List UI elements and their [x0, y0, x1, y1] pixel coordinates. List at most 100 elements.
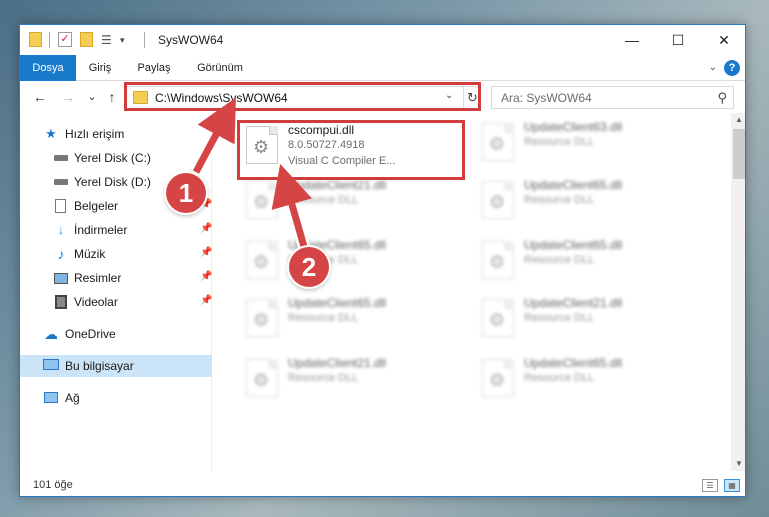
properties-icon[interactable]: ✓	[58, 32, 72, 47]
file-name: UpdateClient21.dll	[288, 178, 387, 192]
download-icon: ↓	[58, 223, 64, 237]
file-name: UpdateClient63.dll	[524, 120, 623, 134]
pin-icon[interactable]: 📌	[200, 223, 212, 234]
file-name: UpdateClient21.dll	[524, 296, 623, 310]
folder-icon	[29, 32, 42, 47]
step-1-marker: 1	[166, 173, 206, 213]
file-name: UpdateClient65.dll	[524, 356, 623, 370]
up-button[interactable]: ↑	[102, 87, 122, 107]
item-count: 101 öğe	[33, 479, 73, 491]
details-view-icon[interactable]: ☰	[702, 479, 718, 492]
network-icon	[43, 390, 59, 406]
drive-icon	[53, 150, 69, 166]
file-item[interactable]: ⚙ UpdateClient21.dll Resource DLL	[240, 349, 460, 407]
chevron-down-icon[interactable]: ▾	[120, 32, 130, 48]
expand-ribbon-icon[interactable]: ⌄	[709, 62, 717, 73]
navigation-pane: ★ Hızlı erişim Yerel Disk (C:) Yerel Dis…	[20, 113, 212, 471]
forward-button[interactable]: →	[58, 87, 78, 107]
sidebar-item-pictures[interactable]: Resimler 📌	[20, 267, 212, 289]
dll-file-icon: ⚙	[482, 299, 514, 337]
search-icon[interactable]: ⚲	[717, 90, 727, 106]
vertical-scrollbar[interactable]: ▲ ▼	[731, 113, 745, 471]
sidebar-item-quick-access[interactable]: ★ Hızlı erişim	[20, 123, 212, 145]
video-icon	[53, 294, 69, 310]
file-item[interactable]: ⚙ UpdateClient65.dll Resource DLL	[476, 171, 696, 229]
documents-icon	[53, 198, 69, 214]
search-input[interactable]: Ara: SysWOW64	[501, 91, 592, 105]
step-2-marker: 2	[289, 247, 329, 287]
chevron-down-icon[interactable]: ⌄	[445, 90, 453, 101]
maximize-button[interactable]: ☐	[655, 25, 701, 55]
dll-file-icon: ⚙	[246, 126, 278, 164]
file-type: Resource DLL	[524, 372, 595, 384]
drive-icon	[53, 174, 69, 190]
file-item[interactable]: ⚙ UpdateClient63.dll Resource DLL	[476, 113, 696, 171]
navigation-bar: ← → ⌄ ↑ C:\Windows\SysWOW64 ⌄ ↻ Ara: Sys…	[20, 81, 745, 113]
pin-icon[interactable]: 📌	[200, 247, 212, 258]
file-name: UpdateClient21.dll	[288, 356, 387, 370]
file-type: Resource DLL	[524, 194, 595, 206]
file-name: UpdateClient65.dll	[524, 238, 623, 252]
file-item[interactable]: ⚙ UpdateClient21.dll Resource DLL	[240, 171, 460, 229]
computer-icon	[43, 358, 59, 374]
address-path[interactable]: C:\Windows\SysWOW64	[155, 91, 288, 105]
sidebar-item-network[interactable]: Ağ	[20, 387, 212, 409]
sidebar-item-onedrive[interactable]: ☁ OneDrive	[20, 323, 212, 345]
file-type: Resource DLL	[524, 136, 595, 148]
file-item[interactable]: ⚙ UpdateClient21.dll Resource DLL	[476, 289, 696, 347]
file-item[interactable]: ⚙ UpdateClient65.dll Resource DLL	[240, 231, 460, 289]
close-button[interactable]: ✕	[701, 25, 745, 55]
file-item-cscompui[interactable]: ⚙ cscompui.dll 8.0.50727.4918 Visual C C…	[240, 116, 460, 174]
folder-icon	[133, 91, 148, 104]
tab-paylas[interactable]: Paylaş	[130, 55, 178, 81]
scroll-down-icon[interactable]: ▼	[731, 457, 745, 471]
file-type: Resource DLL	[288, 194, 359, 206]
file-type: Resource DLL	[288, 312, 359, 324]
dll-file-icon: ⚙	[482, 359, 514, 397]
file-version: 8.0.50727.4918	[288, 139, 365, 151]
new-folder-icon[interactable]	[80, 32, 93, 47]
search-box[interactable]: Ara: SysWOW64 ⚲	[491, 86, 734, 109]
status-bar: 101 öğe ☰ ▦	[20, 471, 745, 496]
refresh-button[interactable]: ↻	[463, 87, 481, 108]
tab-giris[interactable]: Giriş	[80, 55, 120, 81]
scroll-thumb[interactable]	[733, 129, 745, 179]
customize-icon[interactable]: ☰	[101, 32, 117, 48]
file-name: UpdateClient65.dll	[288, 296, 387, 310]
recent-locations-button[interactable]: ⌄	[82, 87, 102, 107]
help-icon[interactable]: ?	[724, 60, 740, 76]
back-button[interactable]: ←	[30, 87, 50, 107]
ribbon-tabs: Dosya Giriş Paylaş Görünüm ⌄ ?	[20, 55, 745, 81]
dll-file-icon: ⚙	[482, 123, 514, 161]
file-type: Resource DLL	[288, 372, 359, 384]
file-item[interactable]: ⚙ UpdateClient65.dll Resource DLL	[476, 349, 696, 407]
file-item[interactable]: ⚙ UpdateClient65.dll Resource DLL	[476, 231, 696, 289]
dll-file-icon: ⚙	[246, 359, 278, 397]
file-type: Resource DLL	[524, 312, 595, 324]
large-icons-view-icon[interactable]: ▦	[724, 479, 740, 492]
separator	[49, 32, 50, 48]
pin-icon[interactable]: 📌	[200, 271, 212, 282]
dll-file-icon: ⚙	[246, 299, 278, 337]
file-description: Visual C Compiler E...	[288, 155, 396, 167]
sidebar-item-music[interactable]: ♪ Müzik 📌	[20, 243, 213, 265]
tab-dosya[interactable]: Dosya	[20, 55, 76, 81]
explorer-window: ✓ ☰ ▾ SysWOW64 — ☐ ✕ Dosya Giriş Paylaş …	[19, 24, 746, 497]
scroll-up-icon[interactable]: ▲	[731, 113, 745, 127]
cloud-icon: ☁	[44, 326, 58, 342]
sidebar-item-local-disk-c[interactable]: Yerel Disk (C:)	[20, 147, 212, 169]
address-bar[interactable]: C:\Windows\SysWOW64 ⌄ ↻	[126, 86, 480, 109]
file-name: UpdateClient65.dll	[524, 178, 623, 192]
file-item[interactable]: ⚙ UpdateClient65.dll Resource DLL	[240, 289, 460, 347]
sidebar-item-this-pc[interactable]: Bu bilgisayar	[20, 355, 212, 377]
pictures-icon	[53, 270, 69, 286]
title-bar: ✓ ☰ ▾ SysWOW64 — ☐ ✕	[20, 25, 745, 55]
file-name: cscompui.dll	[288, 123, 355, 137]
pin-icon[interactable]: 📌	[200, 295, 212, 306]
sidebar-item-downloads[interactable]: ↓ İndirmeler 📌	[20, 219, 212, 241]
minimize-button[interactable]: —	[609, 25, 655, 55]
tab-gorunum[interactable]: Görünüm	[190, 55, 250, 81]
music-icon: ♪	[57, 246, 65, 262]
dll-file-icon: ⚙	[482, 181, 514, 219]
sidebar-item-videos[interactable]: Videolar 📌	[20, 291, 212, 313]
